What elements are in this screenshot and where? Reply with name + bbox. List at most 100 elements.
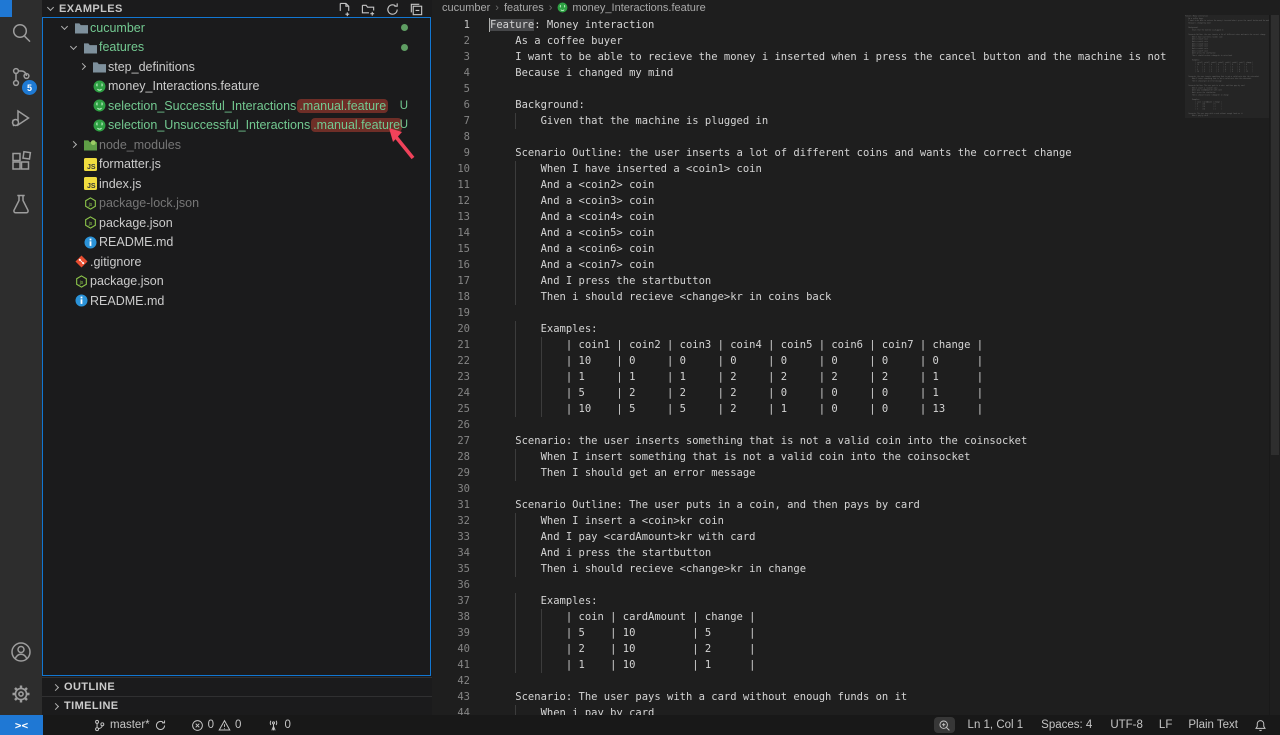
ports-item[interactable]: 0 bbox=[262, 715, 295, 735]
code-line[interactable]: 20 Examples: bbox=[432, 321, 1280, 337]
minimap[interactable]: Feature: Money interaction As a coffee b… bbox=[1185, 15, 1270, 715]
code-line[interactable]: 14 And a <coin5> coin bbox=[432, 225, 1280, 241]
code-line[interactable]: 22 | 10 | 0 | 0 | 0 | 0 | 0 | 0 | 0 | bbox=[432, 353, 1280, 369]
tree-item-money-interactions-feature[interactable]: money_Interactions.feature bbox=[43, 77, 430, 97]
code-line[interactable]: 27 Scenario: the user inserts something … bbox=[432, 433, 1280, 449]
code-line[interactable]: 2 As a coffee buyer bbox=[432, 33, 1280, 49]
code-line[interactable]: 33 And I pay <cardAmount>kr with card bbox=[432, 529, 1280, 545]
language-mode-item[interactable]: Plain Text bbox=[1183, 715, 1243, 735]
tree-item-features[interactable]: features bbox=[43, 38, 430, 58]
code-line[interactable]: 6 Background: bbox=[432, 97, 1280, 113]
tree-item-step-definitions[interactable]: step_definitions bbox=[43, 57, 430, 77]
code-line[interactable]: 13 And a <coin4> coin bbox=[432, 209, 1280, 225]
annotation-highlight: .manual.feature bbox=[311, 118, 402, 132]
line-number: 31 bbox=[432, 497, 470, 513]
collapse-all-icon[interactable] bbox=[408, 1, 424, 17]
git-branch-item[interactable]: master* bbox=[88, 715, 172, 735]
code-text: When I insert something that is not a va… bbox=[490, 449, 970, 465]
breadcrumb-file[interactable]: money_Interactions.feature bbox=[572, 2, 705, 14]
tree-item-label: cucumber bbox=[90, 21, 145, 35]
code-line[interactable]: 12 And a <coin3> coin bbox=[432, 193, 1280, 209]
code-line[interactable]: 10 When I have inserted a <coin1> coin bbox=[432, 161, 1280, 177]
new-folder-icon[interactable] bbox=[360, 1, 376, 17]
code-editor[interactable]: 1Feature: Money interaction2 As a coffee… bbox=[432, 17, 1280, 715]
code-line[interactable]: 44 When i pay by card bbox=[432, 705, 1280, 715]
indentation-item[interactable]: Spaces: 4 bbox=[1036, 715, 1097, 735]
code-line[interactable]: 31 Scenario Outline: The user puts in a … bbox=[432, 497, 1280, 513]
tree-item--gitignore[interactable]: .gitignore bbox=[43, 252, 430, 272]
code-line[interactable]: 11 And a <coin2> coin bbox=[432, 177, 1280, 193]
code-line[interactable]: 18 Then i should recieve <change>kr in c… bbox=[432, 289, 1280, 305]
search-icon[interactable] bbox=[0, 18, 42, 48]
tree-item-readme-md[interactable]: README.md bbox=[43, 233, 430, 253]
tree-item-selection-unsuccessful-interactions[interactable]: selection_Unsuccessful_Interactions.manu… bbox=[43, 116, 430, 136]
encoding-item[interactable]: UTF-8 bbox=[1105, 715, 1148, 735]
timeline-section[interactable]: TIMELINE bbox=[42, 696, 432, 715]
code-line[interactable]: 38 | coin | cardAmount | change | bbox=[432, 609, 1280, 625]
code-line[interactable]: 9 Scenario Outline: the user inserts a l… bbox=[432, 145, 1280, 161]
code-line[interactable]: 21 | coin1 | coin2 | coin3 | coin4 | coi… bbox=[432, 337, 1280, 353]
file-tree[interactable]: cucumber featuresstep_definitions money_In… bbox=[42, 17, 431, 676]
code-line[interactable]: 25 | 10 | 5 | 5 | 2 | 1 | 0 | 0 | 13 | bbox=[432, 401, 1280, 417]
source-control-icon[interactable]: 5 bbox=[0, 62, 42, 92]
tree-item-cucumber[interactable]: cucumber bbox=[43, 18, 430, 38]
cursor-position[interactable]: Ln 1, Col 1 bbox=[963, 715, 1029, 735]
tree-item-readme-md[interactable]: README.md bbox=[43, 291, 430, 311]
tree-item-index-js[interactable]: JSindex.js bbox=[43, 174, 430, 194]
extensions-icon[interactable] bbox=[0, 147, 42, 177]
tree-item-package-json[interactable]: jspackage.json bbox=[43, 272, 430, 292]
explorer-section-header[interactable]: EXAMPLES bbox=[42, 0, 432, 17]
code-line[interactable]: 34 And i press the startbutton bbox=[432, 545, 1280, 561]
code-line[interactable]: 40 | 2 | 10 | 2 | bbox=[432, 641, 1280, 657]
code-line[interactable]: 37 Examples: bbox=[432, 593, 1280, 609]
tree-item-selection-successful-interactions[interactable]: selection_Successful_Interactions.manual… bbox=[43, 96, 430, 116]
code-line[interactable]: 17 And I press the startbutton bbox=[432, 273, 1280, 289]
refresh-icon[interactable] bbox=[384, 1, 400, 17]
code-line[interactable]: 42 bbox=[432, 673, 1280, 689]
tree-item-package-json[interactable]: jspackage.json bbox=[43, 213, 430, 233]
code-line[interactable]: 32 When I insert a <coin>kr coin bbox=[432, 513, 1280, 529]
code-line[interactable]: 26 bbox=[432, 417, 1280, 433]
new-file-icon[interactable] bbox=[336, 1, 352, 17]
code-line[interactable]: 8 bbox=[432, 129, 1280, 145]
code-line[interactable]: 35 Then i should recieve <change>kr in c… bbox=[432, 561, 1280, 577]
tree-item-node-modules[interactable]: node_modules bbox=[43, 135, 430, 155]
code-line[interactable]: 5 bbox=[432, 81, 1280, 97]
code-text: And a <coin7> coin bbox=[490, 257, 654, 273]
code-line[interactable]: 7 Given that the machine is plugged in bbox=[432, 113, 1280, 129]
tree-item-package-lock-json[interactable]: jspackage-lock.json bbox=[43, 194, 430, 214]
tree-item-formatter-js[interactable]: JSformatter.js bbox=[43, 155, 430, 175]
testing-icon[interactable] bbox=[0, 189, 42, 219]
code-line[interactable]: 23 | 1 | 1 | 1 | 2 | 2 | 2 | 2 | 1 | bbox=[432, 369, 1280, 385]
remote-indicator[interactable]: >< bbox=[0, 715, 43, 735]
code-line[interactable]: 39 | 5 | 10 | 5 | bbox=[432, 625, 1280, 641]
warning-count: 0 bbox=[235, 719, 241, 731]
code-line[interactable]: 15 And a <coin6> coin bbox=[432, 241, 1280, 257]
editor-scrollbar[interactable] bbox=[1270, 15, 1280, 715]
code-line[interactable]: 4 Because i changed my mind bbox=[432, 65, 1280, 81]
eol-item[interactable]: LF bbox=[1154, 715, 1177, 735]
scrollbar-thumb[interactable] bbox=[1271, 15, 1279, 455]
code-line[interactable]: 3 I want to be able to recieve the money… bbox=[432, 49, 1280, 65]
code-line[interactable]: 24 | 5 | 2 | 2 | 2 | 0 | 0 | 0 | 1 | bbox=[432, 385, 1280, 401]
outline-section[interactable]: OUTLINE bbox=[42, 677, 432, 696]
breadcrumb-folder[interactable]: features bbox=[504, 2, 544, 14]
code-line[interactable]: 43 Scenario: The user pays with a card w… bbox=[432, 689, 1280, 705]
tree-item-label: money_Interactions.feature bbox=[108, 79, 259, 93]
code-line[interactable]: 16 And a <coin7> coin bbox=[432, 257, 1280, 273]
code-line[interactable]: 1Feature: Money interaction bbox=[432, 17, 1280, 33]
code-line[interactable]: 28 When I insert something that is not a… bbox=[432, 449, 1280, 465]
problems-item[interactable]: 0 0 bbox=[186, 715, 247, 735]
account-icon[interactable] bbox=[0, 637, 42, 667]
notifications-item[interactable] bbox=[1249, 715, 1272, 735]
breadcrumb-folder[interactable]: cucumber bbox=[442, 2, 490, 14]
settings-gear-icon[interactable] bbox=[0, 679, 42, 709]
code-line[interactable]: 30 bbox=[432, 481, 1280, 497]
breadcrumb: cucumber › features › money_Interactions… bbox=[432, 0, 1280, 15]
code-line[interactable]: 29 Then I should get an error message bbox=[432, 465, 1280, 481]
code-line[interactable]: 19 bbox=[432, 305, 1280, 321]
code-line[interactable]: 36 bbox=[432, 577, 1280, 593]
code-line[interactable]: 41 | 1 | 10 | 1 | bbox=[432, 657, 1280, 673]
zoom-item[interactable] bbox=[934, 717, 955, 733]
run-and-debug-icon[interactable] bbox=[0, 103, 42, 133]
